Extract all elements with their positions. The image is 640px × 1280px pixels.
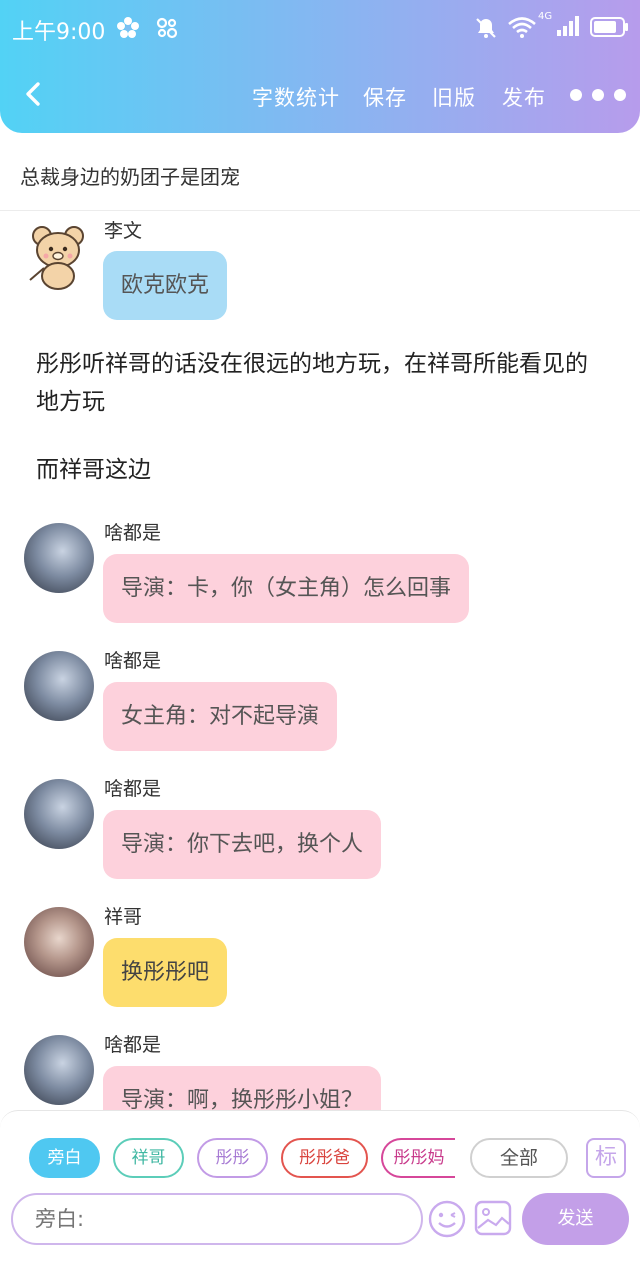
message-bubble[interactable]: 女主角：对不起导演 (103, 682, 338, 751)
chat-message: 啥都是 导演：卡，你（女主角）怎么回事 (0, 518, 640, 628)
chat-message: 李文 欧克欧克 (0, 212, 640, 322)
user-avatar[interactable] (24, 779, 94, 849)
role-chip-narrator[interactable]: 旁白 (29, 1138, 100, 1178)
sender-name: 啥都是 (104, 650, 162, 672)
role-chip-all[interactable]: 全部 (470, 1138, 568, 1178)
user-avatar[interactable] (24, 651, 94, 721)
send-button[interactable]: 发送 (522, 1193, 629, 1245)
flower-icon (117, 17, 139, 38)
bell-off-icon (476, 18, 496, 38)
sender-name: 李文 (104, 220, 143, 242)
old-version-button[interactable]: 旧版 (432, 82, 476, 112)
story-title-bar: 总裁身边的奶团子是团宠 (0, 133, 640, 211)
back-arrow-icon[interactable] (18, 76, 50, 112)
word-count-button[interactable]: 字数统计 (252, 82, 340, 112)
bear-avatar[interactable] (24, 220, 94, 290)
message-bubble[interactable]: 换彤彤吧 (103, 938, 228, 1007)
publish-button[interactable]: 发布 (502, 82, 546, 112)
sender-name: 啥都是 (104, 778, 162, 800)
user-avatar[interactable] (24, 523, 94, 593)
narration-text[interactable]: 彤彤听祥哥的话没在很远的地方玩，在祥哥所能看见的地方玩 (36, 345, 596, 421)
message-bubble[interactable]: 导演：啊，换彤彤小姐？ (103, 1066, 382, 1110)
battery-icon (590, 17, 628, 37)
message-bubble[interactable]: 导演：卡，你（女主角）怎么回事 (103, 554, 470, 623)
network-type-label: 4G (538, 11, 553, 22)
editor-toolbar: 字数统计 保存 旧版 发布 (0, 70, 640, 120)
user-avatar[interactable] (24, 907, 94, 977)
message-bubble[interactable]: 导演：你下去吧，换个人 (103, 810, 382, 879)
composer-panel: 旁白 祥哥 彤彤 彤彤爸 彤彤妈 全部 标 发送 (0, 1110, 640, 1245)
message-input[interactable] (11, 1193, 423, 1245)
chat-message: 啥都是 导演：你下去吧，换个人 (0, 774, 640, 884)
chat-message: 啥都是 导演：啊，换彤彤小姐？ (0, 1030, 640, 1110)
user-avatar[interactable] (24, 1035, 94, 1105)
role-chip-tongtong-mom[interactable]: 彤彤妈 (381, 1138, 455, 1178)
status-time: 上午9:00 (12, 20, 106, 45)
image-icon[interactable] (474, 1199, 512, 1237)
app-header: 上午9:00 4G 字数统计 保存 旧版 发布 (0, 0, 640, 133)
save-button[interactable]: 保存 (363, 82, 407, 112)
sender-name: 啥都是 (104, 1034, 162, 1056)
app-shortcut-icon (156, 17, 178, 39)
chat-message: 啥都是 女主角：对不起导演 (0, 646, 640, 756)
chat-area[interactable]: 李文 欧克欧克 彤彤听祥哥的话没在很远的地方玩，在祥哥所能看见的地方玩 而祥哥这… (0, 212, 640, 1110)
emoji-icon[interactable] (427, 1199, 467, 1239)
role-chip-tongtong[interactable]: 彤彤 (197, 1138, 268, 1178)
sender-name: 祥哥 (104, 906, 143, 928)
role-chip-xiangge[interactable]: 祥哥 (113, 1138, 184, 1178)
chat-message: 祥哥 换彤彤吧 (0, 902, 640, 1012)
status-bar: 上午9:00 4G (0, 0, 640, 56)
story-title[interactable]: 总裁身边的奶团子是团宠 (20, 161, 240, 190)
role-chip-tongtong-dad[interactable]: 彤彤爸 (281, 1138, 368, 1178)
tag-button[interactable]: 标 (586, 1138, 626, 1178)
narration-text[interactable]: 而祥哥这边 (36, 451, 596, 489)
message-bubble[interactable]: 欧克欧克 (103, 251, 228, 320)
wifi-icon (508, 17, 536, 38)
more-options-icon[interactable] (570, 86, 626, 104)
signal-icon (557, 16, 579, 36)
sender-name: 啥都是 (104, 522, 162, 544)
